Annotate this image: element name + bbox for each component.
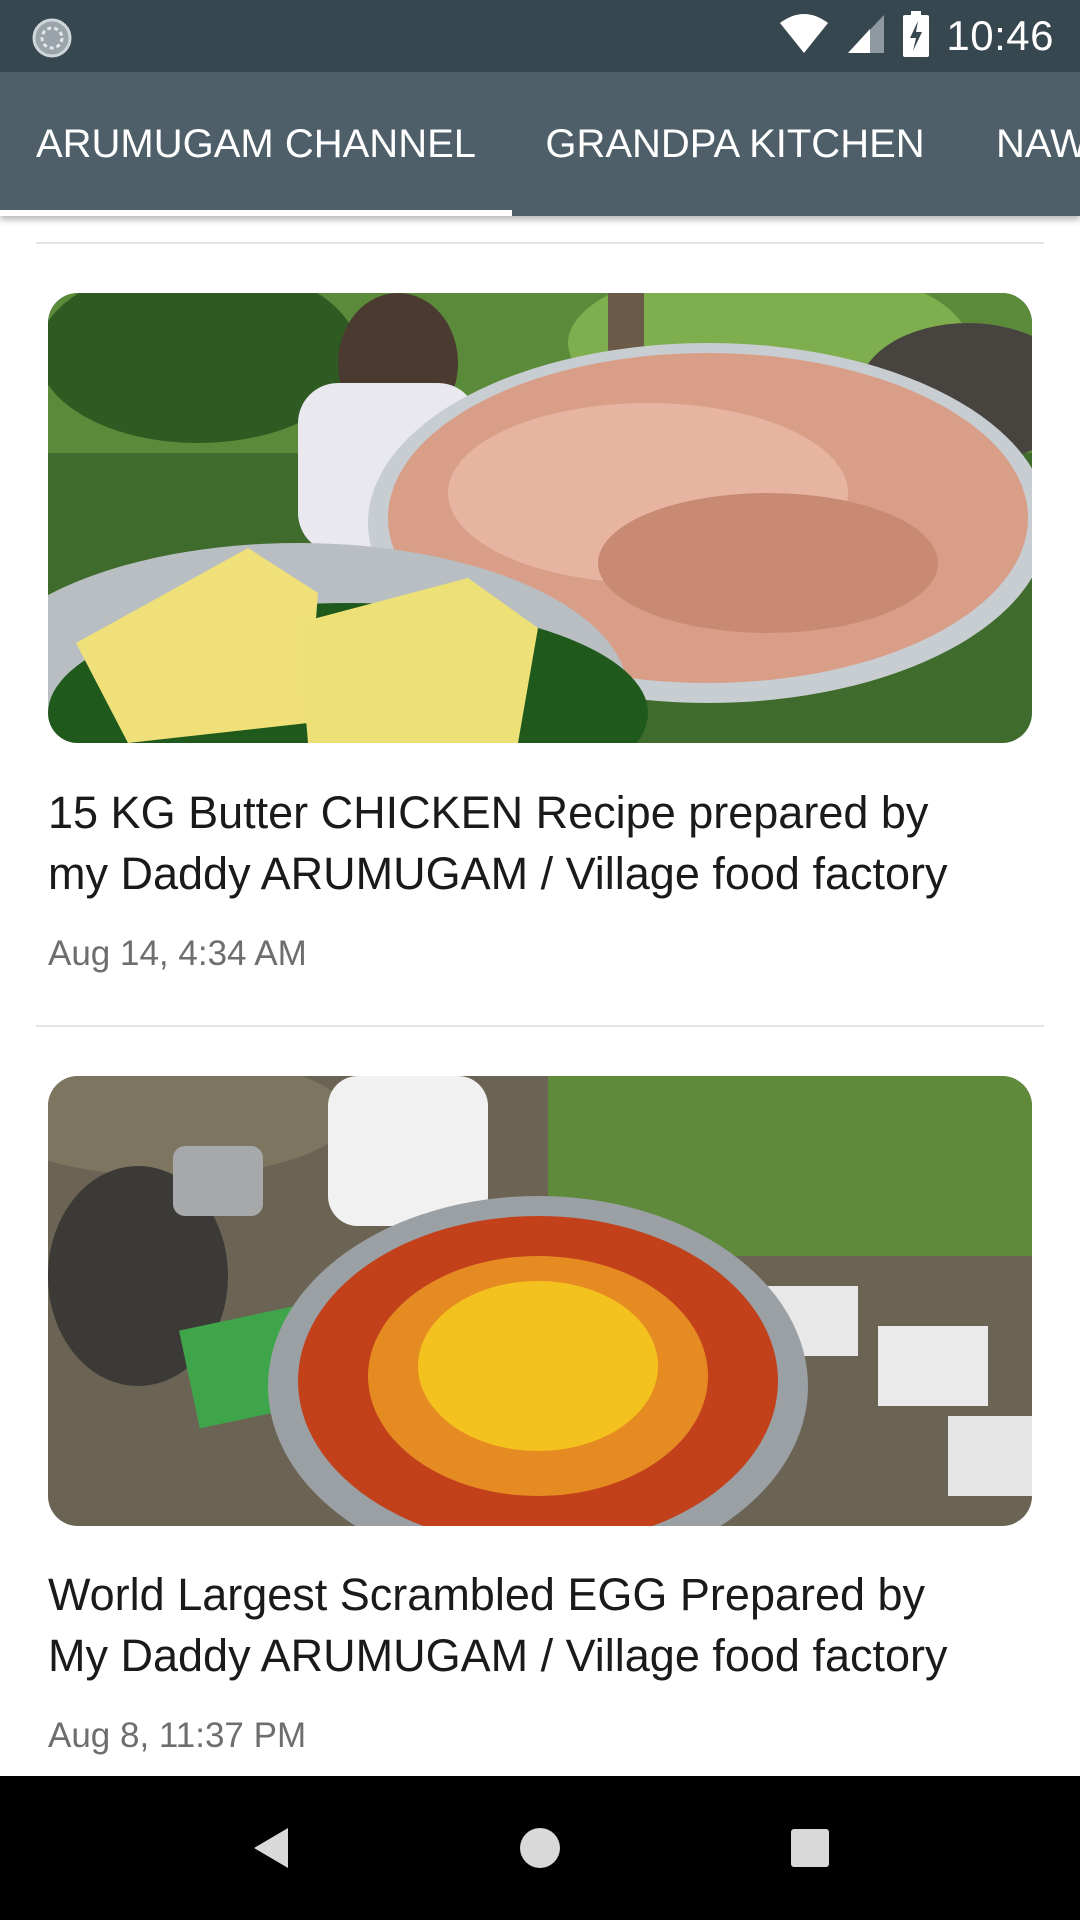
- tab-naw[interactable]: NAW: [958, 72, 1080, 216]
- tab-selected-indicator: [0, 210, 512, 216]
- video-date: Aug 8, 11:37 PM: [48, 1716, 307, 1755]
- list-divider: [36, 242, 1044, 244]
- video-list[interactable]: 15 KG Butter CHICKEN Recipe prepared by …: [0, 216, 1080, 1776]
- list-divider: [36, 1025, 1044, 1027]
- tab-grandpa-kitchen[interactable]: GRANDPA KITCHEN: [512, 72, 958, 216]
- cellular-signal-icon: [846, 13, 886, 60]
- video-title-line: World Largest Scrambled EGG Prepared by: [48, 1569, 926, 1620]
- status-bar: 10:46: [0, 0, 1080, 72]
- video-title-line: My Daddy ARUMUGAM / Village food factory: [48, 1630, 948, 1681]
- recents-icon[interactable]: [774, 1812, 846, 1884]
- tab-bar: ARUMUGAM CHANNEL GRANDPA KITCHEN NAW: [0, 72, 1080, 216]
- tab-arumugam-channel[interactable]: ARUMUGAM CHANNEL: [0, 72, 512, 216]
- back-icon[interactable]: [234, 1812, 306, 1884]
- video-thumbnail[interactable]: [48, 293, 1032, 743]
- video-title-line: 15 KG Butter CHICKEN Recipe prepared by: [48, 787, 929, 838]
- wifi-icon: [778, 13, 830, 60]
- video-title[interactable]: 15 KG Butter CHICKEN Recipe prepared by …: [48, 782, 1038, 904]
- video-thumbnail[interactable]: [48, 1076, 1032, 1526]
- video-title[interactable]: World Largest Scrambled EGG Prepared by …: [48, 1564, 1038, 1686]
- home-icon[interactable]: [504, 1812, 576, 1884]
- navigation-bar: [0, 1776, 1080, 1920]
- battery-charging-icon: [902, 10, 930, 62]
- video-title-line: my Daddy ARUMUGAM / Village food factory: [48, 848, 948, 899]
- status-icons: 10:46: [778, 0, 1054, 72]
- video-date: Aug 14, 4:34 AM: [48, 934, 307, 973]
- status-time: 10:46: [946, 12, 1054, 59]
- sync-icon: [30, 16, 74, 60]
